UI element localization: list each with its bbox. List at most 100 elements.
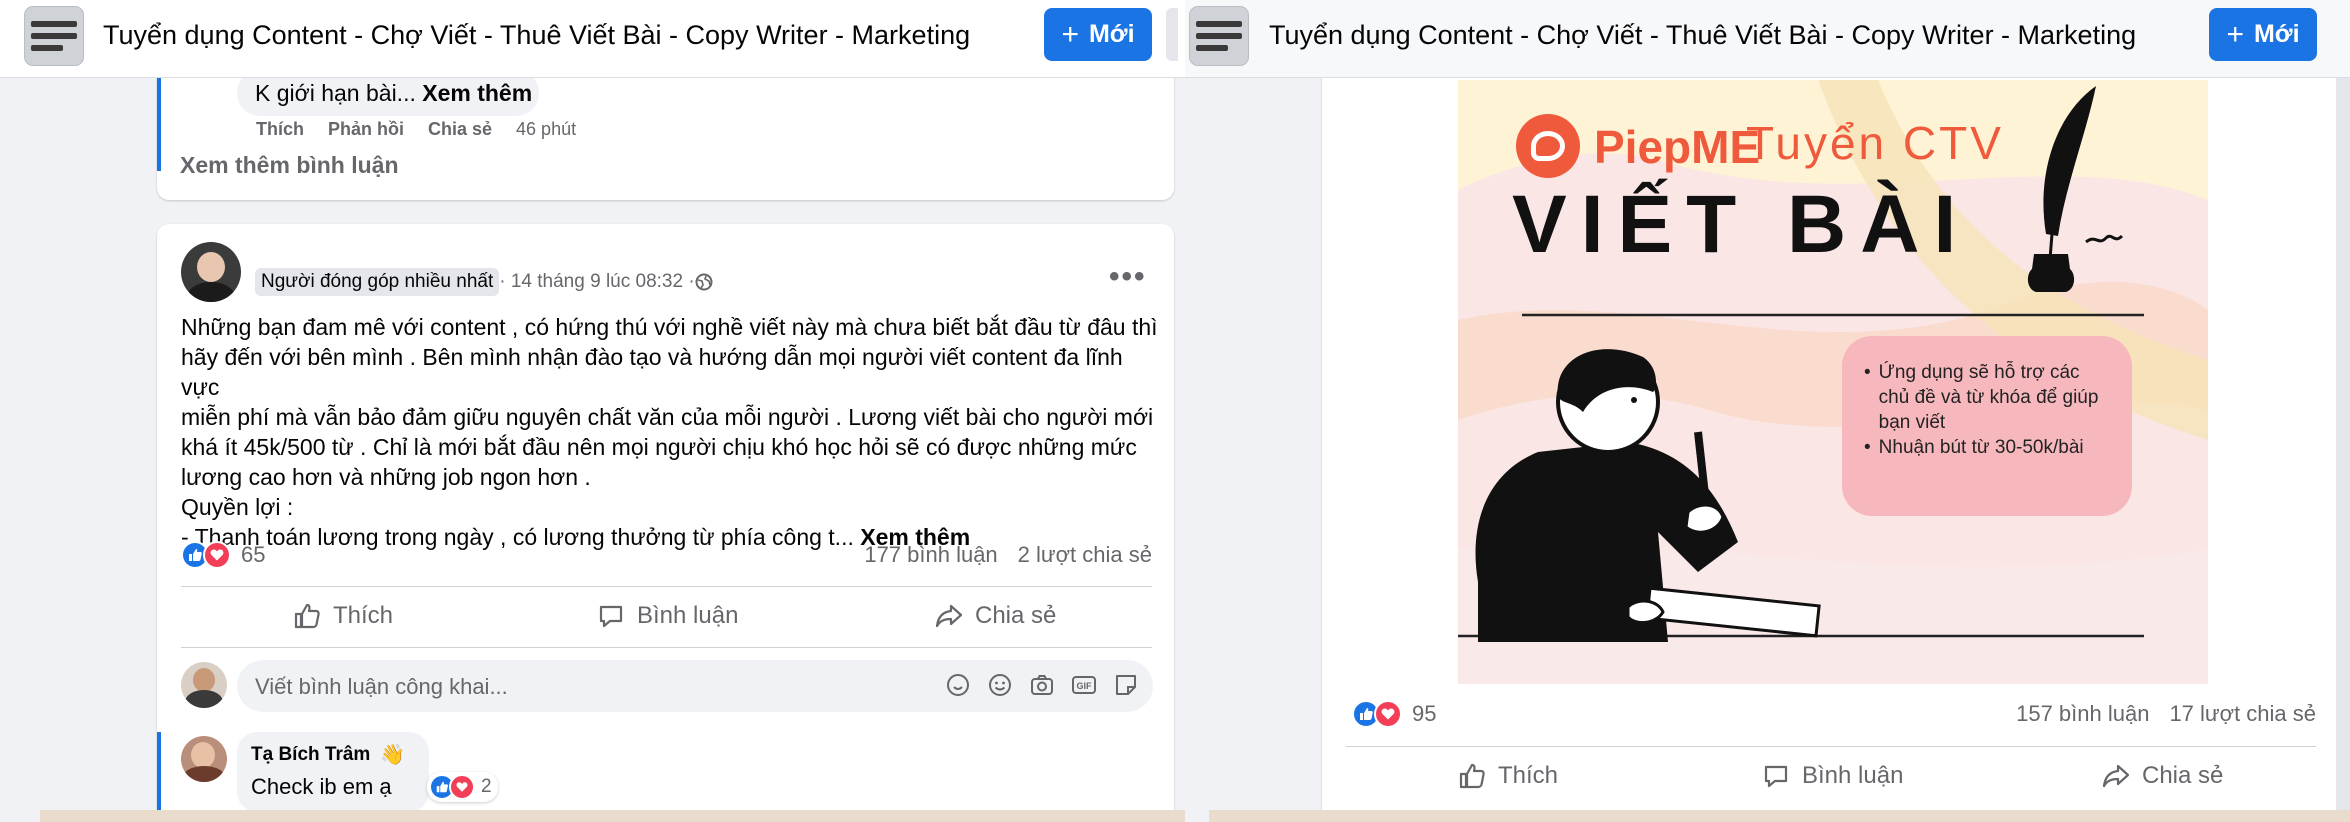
post-line: Những bạn đam mê với content , có hứng t… [181,314,1158,340]
love-reaction-icon [203,541,231,569]
group-avatar[interactable] [24,6,84,66]
comment-label: Bình luận [637,602,739,629]
emoji-icon[interactable] [987,672,1013,698]
comment-icon [1764,765,1788,788]
top-contributor-badge[interactable]: Người đóng góp nhiều nhất [255,268,500,296]
poster-brand: PiepME [1594,121,1761,173]
comment-placeholder: Viết bình luận công khai... [255,674,508,699]
love-reaction-icon [1374,700,1402,728]
plus-icon: + [1061,17,1079,51]
post-line: lương cao hơn và những job ngon hơn . [181,464,591,490]
comment-count[interactable]: 177 bình luận [864,542,997,568]
sticker-icon[interactable] [1113,672,1139,698]
avatar-sticker-icon[interactable] [945,672,971,698]
wave-icon: 👋 [380,744,406,766]
share-icon [2102,764,2130,788]
current-user-avatar[interactable] [181,662,227,708]
writer-illustration [1475,349,1821,642]
divider [1346,746,2316,747]
thread-line [157,75,161,171]
poster-bullet-text: Ứng dụng sẽ hỗ trợ các chủ đề và từ khóa… [1878,362,2099,433]
divider [181,647,1152,648]
share-button[interactable]: Chia sẻ [2102,762,2223,790]
left-window: Tuyển dụng Content - Chợ Viết - Thuê Viế… [0,0,1185,822]
poster-headline-2: VIẾT BÀI [1512,179,1971,270]
share-label: Chia sẻ [975,602,1057,629]
divider [181,586,1152,587]
commenter-name[interactable]: Tạ Bích Trâm [251,744,370,766]
share-count[interactable]: 2 lượt chia sẻ [1018,542,1152,568]
poster-bullet-text: Nhuận bút từ 30-50k/bài [1878,437,2084,458]
camera-icon[interactable] [1029,672,1055,698]
like-label: Thích [1498,762,1559,789]
share-label: Chia sẻ [2142,762,2224,789]
comment-label: Bình luận [1802,762,1904,789]
like-label: Thích [333,602,394,629]
comment-button[interactable]: Bình luận [1762,762,1903,790]
new-post-button[interactable]: + Mới [1044,8,1152,61]
bottom-strip [1209,810,2350,822]
like-icon [294,603,320,629]
quill-ink-icon [2027,86,2124,292]
svg-text:GIF: GIF [1077,681,1093,691]
view-more-comments[interactable]: Xem thêm bình luận [180,152,399,179]
comment-input[interactable]: Viết bình luận công khai... GIF [237,660,1153,712]
bottom-strip [40,810,1185,822]
new-post-button[interactable]: + Mới [2209,8,2317,61]
new-button-label: Mới [2253,20,2300,48]
post-line: khá ít 45k/500 từ . Chỉ là mới bắt đầu n… [181,434,1137,460]
reply-bubble: Tạ Bích Trâm 👋 Check ib em ạ [237,732,429,812]
share-button[interactable]: Chia sẻ [935,602,1056,630]
group-header: Tuyển dụng Content - Chợ Viết - Thuê Viế… [0,0,1185,78]
scrollbar[interactable] [2336,60,2350,822]
post-body: Những bạn đam mê với content , có hứng t… [181,312,1161,552]
comment-count[interactable]: 157 bình luận [2016,701,2149,727]
new-button-label: Mới [1088,20,1135,48]
comment-time[interactable]: 46 phút [516,119,576,140]
gif-icon[interactable]: GIF [1071,672,1097,698]
reply-reactions[interactable]: 2 [427,772,498,802]
comment-text: K giới hạn bài... [255,80,416,106]
piepme-logo-icon [1516,114,1580,178]
comment-button[interactable]: Bình luận [597,602,738,630]
group-title[interactable]: Tuyển dụng Content - Chợ Viết - Thuê Viế… [103,20,970,51]
like-button[interactable]: Thích [1458,762,1558,790]
post-image[interactable]: PiepME Tuyển CTV VIẾT BÀI • Ứng dụng sẽ … [1458,80,2208,684]
plus-icon: + [2226,17,2244,51]
group-header: Tuyển dụng Content - Chợ Viết - Thuê Viế… [1185,0,2350,78]
comment-reply-link[interactable]: Phản hồi [328,119,404,140]
see-more-link[interactable]: Xem thêm [422,80,532,106]
like-button[interactable]: Thích [293,602,393,630]
poster-bullet: • Nhuận bút từ 30-50k/bài [1864,437,2084,458]
poster-headline-1: Tuyển CTV [1746,117,2004,169]
reaction-summary[interactable]: 65 [181,541,265,569]
like-icon [1459,763,1485,789]
share-count[interactable]: 17 lượt chia sẻ [2169,701,2316,727]
globe-icon [695,273,713,291]
poster-bullet-box: • Ứng dụng sẽ hỗ trợ các chủ đề và từ khó… [1842,336,2132,516]
group-title[interactable]: Tuyển dụng Content - Chợ Viết - Thuê Viế… [1269,20,2136,51]
post-line: - Thanh toán lương trong ngày , có lương… [181,524,854,550]
love-reaction-icon [449,774,475,800]
share-icon [935,604,963,628]
more-options-icon[interactable]: ••• [1109,260,1147,294]
reaction-summary[interactable]: 95 [1352,700,1436,728]
overflow-button-edge[interactable] [1166,8,1178,61]
reaction-count: 65 [241,542,266,567]
right-window: Tuyển dụng Content - Chợ Viết - Thuê Viế… [1185,0,2350,822]
author-avatar[interactable] [181,242,241,302]
group-avatar[interactable] [1189,6,1249,66]
thread-line [157,732,161,822]
reaction-count: 95 [1412,701,1437,726]
post-meta[interactable]: · 14 tháng 9 lúc 08:32 · [499,271,694,293]
commenter-avatar[interactable] [181,736,227,782]
post-card: PiepME Tuyển CTV VIẾT BÀI • Ứng dụng sẽ … [1322,60,2336,822]
post-line: hãy đến với bên mình . Bên mình nhận đào… [181,344,1123,400]
post-line: Quyền lợi : [181,494,294,520]
comment-icon [599,605,623,628]
poster-bullet: • Ứng dụng sẽ hỗ trợ các chủ đề và từ khó… [1864,360,2112,435]
comment-like-link[interactable]: Thích [256,119,304,140]
post-card: Người đóng góp nhiều nhất · 14 tháng 9 l… [157,224,1174,822]
comment-share-link[interactable]: Chia sẻ [428,119,492,140]
post-line: miễn phí mà vẫn bảo đảm giữu nguyên chất… [181,404,1154,430]
